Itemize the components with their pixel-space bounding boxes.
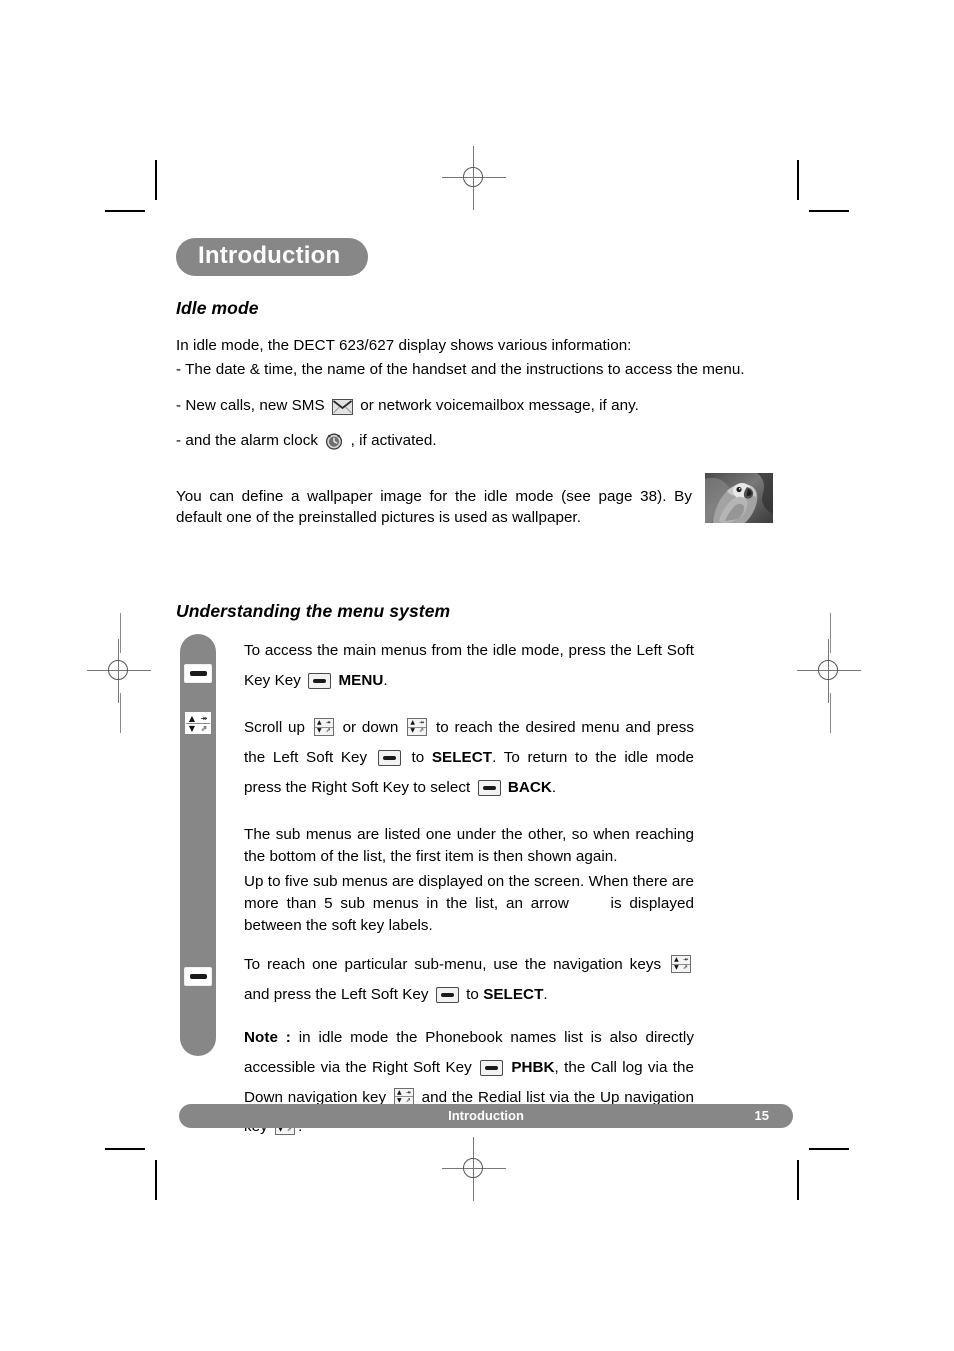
note-label: Note : [244, 1029, 291, 1047]
page-content: Introduction Idle mode In idle mode, the… [176, 238, 794, 638]
soft-key-icon [477, 779, 501, 796]
strip-navigation-key: ▲ ↠ ▼ ⇗ [185, 712, 211, 735]
bullet-sms-text-before: - New calls, new SMS [176, 396, 325, 414]
menu-paragraph-3: The sub menus are listed one under the o… [244, 826, 694, 865]
nav-down-glyph: ▼ [410, 727, 416, 735]
document-page: Introduction Idle mode In idle mode, the… [0, 0, 954, 1351]
menu-paragraph-1: To access the main menus from the idle m… [244, 642, 694, 689]
section-heading-menu-system: Understanding the menu system [176, 600, 451, 621]
menu-p5-text-b: and press the Left Soft Key [244, 985, 429, 1003]
nav-right-glyph: ↠ [200, 714, 208, 723]
trim-line-right-upper [830, 613, 831, 653]
menu-p5-period: . [543, 985, 548, 1003]
menu-p5-text-a: To reach one particular sub-menu, use th… [244, 956, 662, 974]
registration-mark-top [442, 146, 506, 210]
strip-soft-key-bottom [184, 967, 212, 987]
nav-down-glyph: ▼ [188, 724, 196, 733]
section-heading-idle-mode: Idle mode [176, 298, 259, 319]
menu-p1-menu-label: MENU [338, 671, 384, 689]
registration-mark-right [797, 639, 861, 703]
menu-p2-text-b: or down [342, 719, 399, 737]
menu-paragraph-5: To reach one particular sub-menu, use th… [244, 950, 694, 1009]
bullet-sms-text-after: or network voicemailbox message, if any. [360, 396, 639, 414]
menu-p5-select-label: SELECT [483, 985, 544, 1003]
nav-up-glyph: ▲ [188, 714, 196, 723]
soft-key-icon [184, 967, 212, 986]
bullet-alarm-text-after: , if activated. [350, 432, 437, 450]
nav-down-glyph: ▼ [316, 727, 322, 735]
trim-line-left-upper [120, 613, 121, 653]
soft-key-icon [435, 986, 459, 1003]
bullet-alarm-text-before: - and the alarm clock [176, 432, 319, 450]
idle-mode-bullet-alarm: - and the alarm clock , if activated. [176, 430, 794, 452]
nav-extra-glyph: ⇗ [200, 724, 208, 733]
navigation-key-icon: ▲ ↠ ▼ ⇗ [393, 1087, 414, 1106]
footer-page-number: 15 [754, 1108, 769, 1123]
chapter-title: Introduction [176, 238, 369, 277]
soft-key-icon [184, 664, 212, 683]
menu-p2-period: . [551, 778, 557, 796]
idle-mode-bullet-sms: - New calls, new SMS or network voicemai… [176, 395, 794, 417]
crop-mark-top-left [105, 160, 157, 212]
navigation-key-icon: ▲ ↠ ▼ ⇗ [407, 718, 428, 737]
soft-key-icon [308, 672, 332, 689]
registration-mark-left [87, 639, 151, 703]
trim-line-right-lower [830, 693, 831, 733]
menu-p2-text-d: to [411, 748, 425, 766]
trim-line-left-lower [120, 693, 121, 733]
nav-down-glyph: ▼ [674, 964, 679, 972]
crop-mark-bottom-left [105, 1148, 157, 1200]
menu-p1-period: . [383, 671, 388, 689]
strip-soft-key-top [184, 664, 212, 684]
page-footer: Introduction 15 [179, 1104, 793, 1128]
menu-p2-select-label: SELECT [431, 748, 493, 766]
navigation-key-icon: ▲ ↠ ▼ ⇗ [185, 712, 211, 734]
crop-mark-bottom-right [797, 1148, 849, 1200]
nav-extra-glyph: ⇗ [419, 727, 425, 735]
navigation-key-icon: ▲ ↠ ▼ ⇗ [671, 955, 691, 974]
envelope-sms-icon [331, 398, 353, 415]
wallpaper-paragraph: You can define a wallpaper image for the… [176, 487, 692, 527]
menu-system-text-block: To access the main menus from the idle m… [244, 636, 694, 1156]
crop-mark-top-right [797, 160, 849, 212]
handset-key-strip: ▲ ↠ ▼ ⇗ [180, 634, 216, 1056]
alarm-clock-icon [325, 432, 343, 450]
soft-key-icon [377, 749, 401, 766]
nav-extra-glyph: ⇗ [682, 964, 689, 972]
navigation-key-icon: ▲ ↠ ▼ ⇗ [313, 718, 334, 737]
menu-paragraph-4: Up to five sub menus are displayed on th… [244, 871, 694, 936]
note-phbk-label: PHBK [511, 1059, 555, 1077]
soft-key-icon [480, 1060, 504, 1077]
menu-paragraph-2: Scroll up ▲ ↠ ▼ ⇗ or down ▲ ↠ ▼ ⇗ to rea… [244, 713, 694, 802]
wallpaper-thumbnail-image [705, 473, 773, 523]
menu-p2-text-a: Scroll up [244, 719, 306, 737]
nav-extra-glyph: ⇗ [325, 727, 331, 735]
idle-mode-bullet-date: - The date & time, the name of the hands… [176, 360, 745, 378]
menu-p2-back-label: BACK [507, 778, 552, 796]
idle-mode-intro: In idle mode, the DECT 623/627 display s… [176, 337, 632, 355]
menu-p5-text-c: to [466, 985, 479, 1003]
footer-chapter-title: Introduction [448, 1108, 524, 1123]
